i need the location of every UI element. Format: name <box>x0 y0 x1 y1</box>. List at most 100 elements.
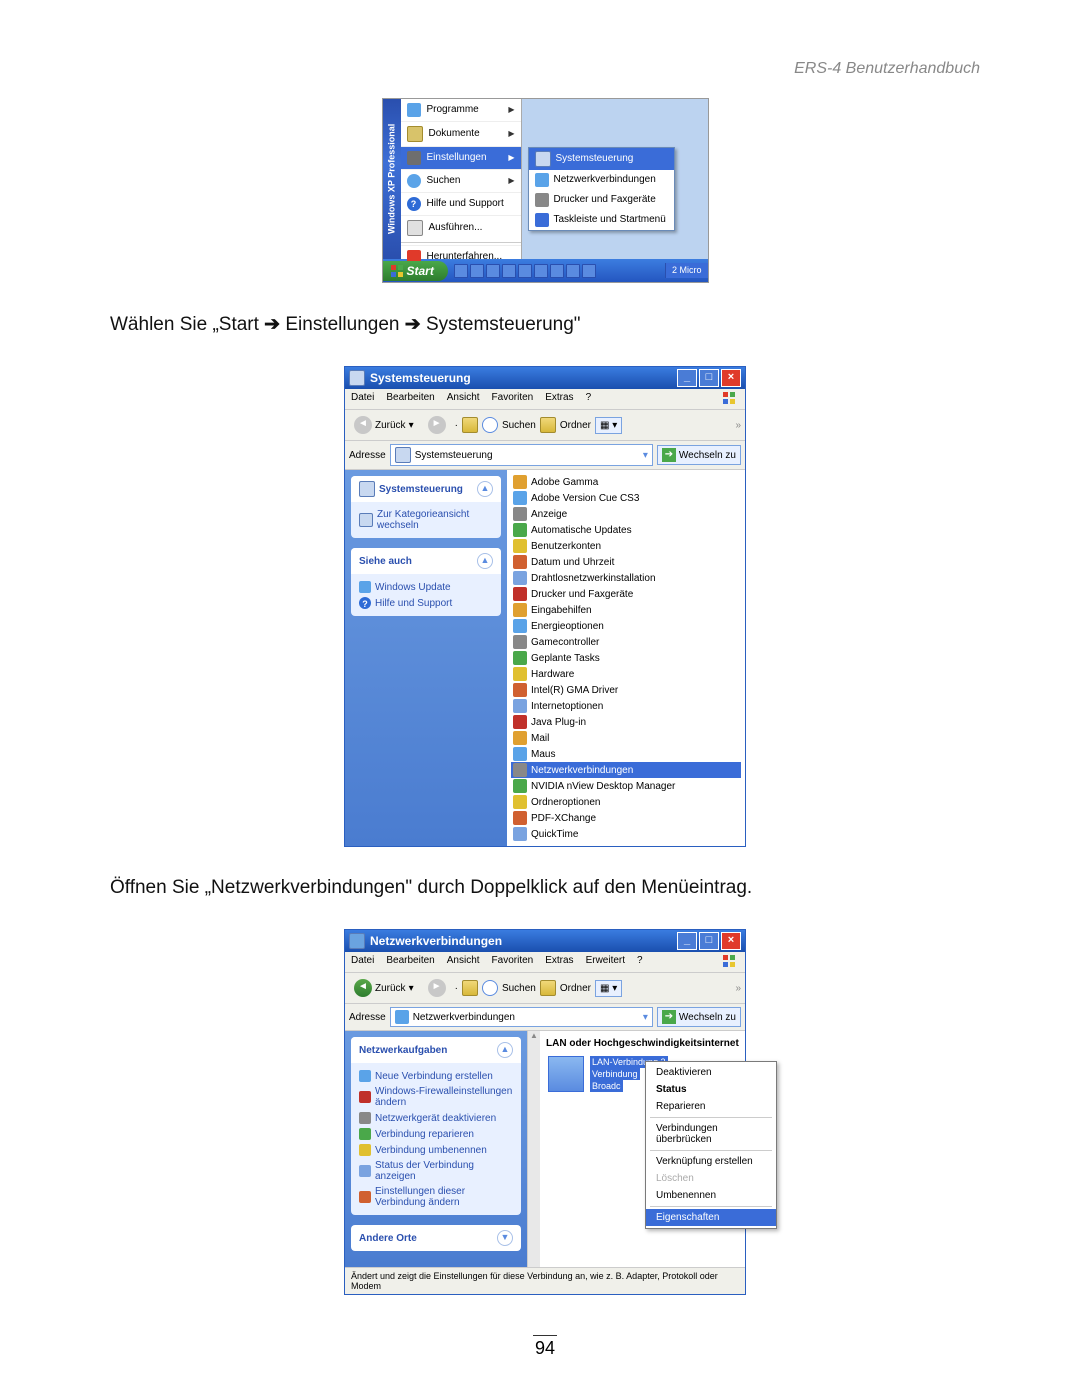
go-button[interactable]: ➔ Wechseln zu <box>657 1007 741 1027</box>
control-panel-item[interactable]: Ordneroptionen <box>511 794 741 810</box>
menu-bearbeiten[interactable]: Bearbeiten <box>386 955 434 969</box>
scrollbar[interactable] <box>527 1031 540 1267</box>
ctx-eigenschaften[interactable]: Eigenschaften <box>646 1209 776 1226</box>
collapse-icon[interactable]: ▲ <box>497 1042 513 1058</box>
ctx-ueberbruecken[interactable]: Verbindungen überbrücken <box>646 1120 776 1148</box>
submenu-netzwerk[interactable]: Netzwerkverbindungen <box>529 170 674 190</box>
toolbar-more-icon[interactable]: » <box>735 983 741 994</box>
control-panel-item[interactable]: Automatische Updates <box>511 522 741 538</box>
menu-hilfe[interactable]: ? <box>586 392 592 406</box>
panel-head[interactable]: Netzwerkaufgaben ▲ <box>351 1037 521 1063</box>
control-panel-item[interactable]: Internetoptionen <box>511 698 741 714</box>
menu-hilfe[interactable]: ? <box>637 955 643 969</box>
menu-extras[interactable]: Extras <box>545 392 573 406</box>
link-winupdate[interactable]: Windows Update <box>359 579 493 595</box>
control-panel-item[interactable]: Maus <box>511 746 741 762</box>
minimize-button[interactable]: _ <box>677 369 697 387</box>
view-button[interactable]: ▦ ▾ <box>595 980 622 997</box>
network-task-link[interactable]: Neue Verbindung erstellen <box>359 1068 513 1084</box>
menu-bearbeiten[interactable]: Bearbeiten <box>386 392 434 406</box>
control-panel-item[interactable]: Geplante Tasks <box>511 650 741 666</box>
menu-suchen[interactable]: Suchen ▶ <box>401 169 521 192</box>
start-button[interactable]: Start <box>383 261 448 281</box>
control-panel-item[interactable]: Benutzerkonten <box>511 538 741 554</box>
ctx-status[interactable]: Status <box>646 1081 776 1098</box>
control-panel-item[interactable]: Energieoptionen <box>511 618 741 634</box>
control-panel-item[interactable]: Netzwerkverbindungen <box>511 762 741 778</box>
control-panel-item[interactable]: PDF-XChange <box>511 810 741 826</box>
address-input[interactable]: Netzwerkverbindungen ▾ <box>390 1007 653 1027</box>
dropdown-icon[interactable]: ▾ <box>643 1012 648 1023</box>
folder-icon[interactable] <box>540 980 556 996</box>
ctx-verknuepfung[interactable]: Verknüpfung erstellen <box>646 1153 776 1170</box>
menu-einstellungen[interactable]: Einstellungen ▶ <box>401 146 521 169</box>
forward-button[interactable] <box>423 976 451 1000</box>
submenu-drucker[interactable]: Drucker und Faxgeräte <box>529 190 674 210</box>
toolbar-more-icon[interactable]: » <box>735 420 741 431</box>
forward-button[interactable] <box>423 413 451 437</box>
control-panel-item[interactable]: QuickTime <box>511 826 741 842</box>
menu-erweitert[interactable]: Erweitert <box>586 955 625 969</box>
panel-head[interactable]: Andere Orte ▼ <box>351 1225 521 1251</box>
menu-ansicht[interactable]: Ansicht <box>447 392 480 406</box>
menu-favoriten[interactable]: Favoriten <box>492 955 534 969</box>
search-label[interactable]: Suchen <box>502 983 536 994</box>
search-icon[interactable] <box>482 980 498 996</box>
control-panel-item[interactable]: NVIDIA nView Desktop Manager <box>511 778 741 794</box>
minimize-button[interactable]: _ <box>677 932 697 950</box>
control-panel-item[interactable]: Intel(R) GMA Driver <box>511 682 741 698</box>
search-icon[interactable] <box>482 417 498 433</box>
dropdown-icon[interactable]: ▾ <box>643 450 648 461</box>
folder-icon[interactable] <box>540 417 556 433</box>
menu-datei[interactable]: Datei <box>351 392 374 406</box>
maximize-button[interactable]: □ <box>699 932 719 950</box>
folders-label[interactable]: Ordner <box>560 983 591 994</box>
ctx-reparieren[interactable]: Reparieren <box>646 1098 776 1115</box>
maximize-button[interactable]: □ <box>699 369 719 387</box>
back-button[interactable]: Zurück ▾ <box>349 976 419 1000</box>
window-titlebar[interactable]: Netzwerkverbindungen _ □ × <box>345 930 745 952</box>
menu-hilfe[interactable]: ? Hilfe und Support <box>401 192 521 215</box>
control-panel-item[interactable]: Java Plug-in <box>511 714 741 730</box>
control-panel-item[interactable]: Drahtlosnetzwerkinstallation <box>511 570 741 586</box>
collapse-icon[interactable]: ▲ <box>477 553 493 569</box>
folders-label[interactable]: Ordner <box>560 420 591 431</box>
up-folder-icon[interactable] <box>462 417 478 433</box>
close-button[interactable]: × <box>721 369 741 387</box>
network-task-link[interactable]: Einstellungen dieser Verbindung ändern <box>359 1184 513 1210</box>
submenu-taskleiste[interactable]: Taskleiste und Startmenü <box>529 210 674 230</box>
menu-ausfuehren[interactable]: Ausführen... <box>401 215 521 240</box>
submenu-systemsteuerung[interactable]: Systemsteuerung <box>529 148 674 170</box>
link-categoryview[interactable]: Zur Kategorieansicht wechseln <box>359 507 493 533</box>
control-panel-item[interactable]: Adobe Version Cue CS3 <box>511 490 741 506</box>
expand-icon[interactable]: ▼ <box>497 1230 513 1246</box>
taskbar-quicklaunch[interactable] <box>454 264 596 278</box>
control-panel-item[interactable]: Mail <box>511 730 741 746</box>
control-panel-item[interactable]: Eingabehilfen <box>511 602 741 618</box>
view-button[interactable]: ▦ ▾ <box>595 417 622 434</box>
window-titlebar[interactable]: Systemsteuerung _ □ × <box>345 367 745 389</box>
up-folder-icon[interactable] <box>462 980 478 996</box>
control-panel-item[interactable]: Gamecontroller <box>511 634 741 650</box>
network-task-link[interactable]: Verbindung reparieren <box>359 1126 513 1142</box>
go-button[interactable]: ➔ Wechseln zu <box>657 445 741 465</box>
menu-dokumente[interactable]: Dokumente ▶ <box>401 121 521 146</box>
panel-head[interactable]: Siehe auch ▲ <box>351 548 501 574</box>
network-task-link[interactable]: Windows-Firewalleinstellungen ändern <box>359 1084 513 1110</box>
search-label[interactable]: Suchen <box>502 420 536 431</box>
control-panel-item[interactable]: Anzeige <box>511 506 741 522</box>
collapse-icon[interactable]: ▲ <box>477 481 493 497</box>
menu-ansicht[interactable]: Ansicht <box>447 955 480 969</box>
panel-head[interactable]: Systemsteuerung ▲ <box>351 476 501 502</box>
address-input[interactable]: Systemsteuerung ▾ <box>390 444 653 466</box>
back-button[interactable]: Zurück ▾ <box>349 413 419 437</box>
menu-extras[interactable]: Extras <box>545 955 573 969</box>
menu-datei[interactable]: Datei <box>351 955 374 969</box>
menu-programme[interactable]: Programme ▶ <box>401 99 521 121</box>
control-panel-item[interactable]: Datum und Uhrzeit <box>511 554 741 570</box>
network-task-link[interactable]: Status der Verbindung anzeigen <box>359 1158 513 1184</box>
close-button[interactable]: × <box>721 932 741 950</box>
taskbar-tray[interactable]: 2 Micro <box>665 263 708 278</box>
control-panel-item[interactable]: Hardware <box>511 666 741 682</box>
link-help[interactable]: ? Hilfe und Support <box>359 595 493 611</box>
